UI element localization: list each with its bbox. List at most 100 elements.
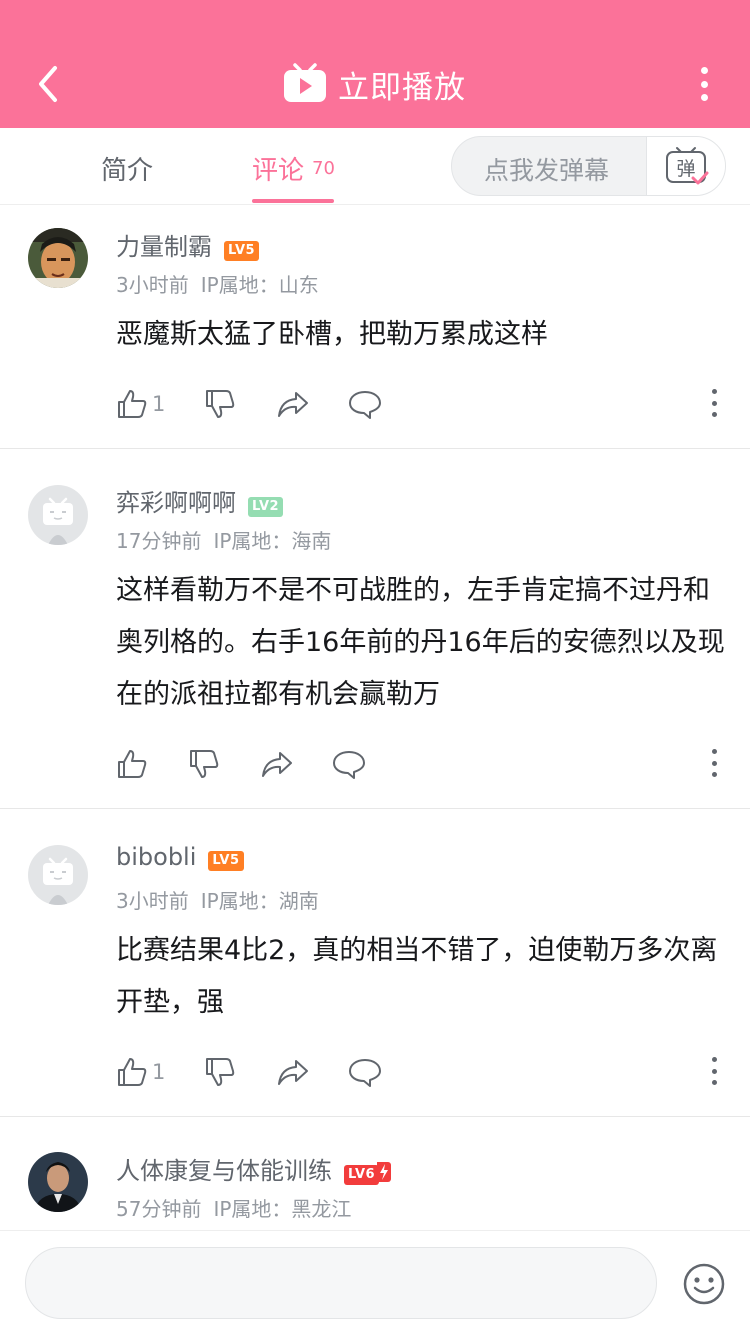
comment-item: bibobli LV5 3小时前 IP属地：湖南 比赛结果4比2，真的相当不错了，迫…	[0, 809, 750, 1117]
emoji-button[interactable]	[682, 1262, 726, 1306]
danmaku-toggle-button[interactable]: 弹	[647, 137, 725, 195]
like-button[interactable]: 1	[116, 387, 165, 421]
danmaku-input[interactable]: 点我发弹幕 弹	[451, 136, 726, 196]
like-button[interactable]	[116, 747, 152, 781]
play-now-label: 立即播放	[338, 69, 466, 106]
thumb-up-icon	[118, 390, 147, 418]
active-tab-indicator	[252, 199, 334, 203]
dot	[711, 1080, 717, 1085]
photo-avatar-image	[28, 1152, 88, 1212]
bottom-reply-bar	[0, 1230, 750, 1334]
tab-comments[interactable]: 评论 70	[252, 150, 335, 187]
username[interactable]: 力量制霸 LV5	[116, 227, 260, 262]
comment-time: 3小时前	[116, 889, 189, 913]
like-button[interactable]: 1	[116, 1055, 165, 1089]
comment-meta: 3小时前 IP属地：山东	[116, 269, 319, 298]
play-now-button[interactable]: 立即播放	[282, 60, 466, 108]
comment-bubble-icon	[333, 751, 365, 779]
comment-text: 比赛结果4比2，真的相当不错了，迫使勒万多次离开垫，强	[116, 935, 718, 1018]
comment-bubble-icon	[349, 391, 381, 419]
default-avatar-image	[28, 485, 88, 545]
dot	[711, 760, 717, 766]
top-bar: 立即播放	[0, 0, 750, 128]
dot	[711, 412, 717, 417]
avatar[interactable]	[28, 845, 88, 905]
ip-location: IP属地：海南	[213, 529, 332, 553]
dislike-button[interactable]	[204, 387, 236, 421]
share-icon	[278, 1060, 308, 1085]
danmaku-icon: 弹	[666, 147, 709, 185]
like-count: 1	[152, 1060, 166, 1084]
ip-location: IP属地：黑龙江	[213, 1197, 352, 1221]
level-badge: LV5	[208, 851, 244, 871]
comment-time: 3小时前	[116, 273, 189, 297]
comment-actions: 1	[116, 1055, 726, 1089]
reply-button[interactable]	[332, 747, 366, 781]
tab-comments-label: 评论	[252, 156, 305, 186]
dot	[711, 400, 717, 406]
level-badge: LV6	[344, 1165, 380, 1185]
thumb-down-icon	[206, 390, 235, 418]
back-button[interactable]	[28, 64, 68, 104]
comment-actions	[116, 747, 726, 781]
reply-button[interactable]	[348, 1055, 382, 1089]
reply-input[interactable]	[25, 1247, 657, 1319]
chevron-left-icon	[39, 66, 57, 102]
share-button[interactable]	[276, 387, 310, 421]
comment-meta: 57分钟前 IP属地：黑龙江	[116, 1193, 351, 1222]
username-text: 人体康复与体能训练	[116, 1157, 332, 1185]
smiley-icon	[683, 1263, 725, 1305]
dot	[700, 67, 708, 74]
share-icon	[262, 752, 292, 777]
share-button[interactable]	[276, 1055, 310, 1089]
thumb-down-icon	[206, 1058, 235, 1086]
username[interactable]: 人体康复与体能训练 LV6	[116, 1151, 392, 1186]
dot	[711, 1068, 717, 1074]
more-options-button[interactable]	[692, 64, 716, 104]
danmaku-placeholder: 点我发弹幕	[484, 156, 610, 185]
username-text: 弈彩啊啊啊	[116, 489, 236, 517]
comment-text: 恶魔斯太猛了卧槽，把勒万累成这样	[116, 319, 548, 350]
thumb-down-icon	[190, 750, 219, 778]
comment-meta: 3小时前 IP属地：湖南	[116, 885, 319, 914]
username-text: 力量制霸	[116, 233, 212, 261]
level-badge: LV5	[224, 241, 260, 261]
default-avatar-image	[28, 845, 88, 905]
comment-more-button[interactable]	[710, 749, 718, 777]
ip-location: IP属地：湖南	[200, 889, 319, 913]
like-count: 1	[152, 392, 166, 416]
dislike-button[interactable]	[204, 1055, 236, 1089]
dot	[711, 749, 717, 754]
username[interactable]: 弈彩啊啊啊 LV2	[116, 483, 284, 518]
reply-button[interactable]	[348, 387, 382, 421]
dot	[711, 389, 717, 394]
avatar[interactable]	[28, 228, 88, 288]
cartoon-avatar-image	[28, 228, 88, 288]
comment-more-button[interactable]	[710, 389, 718, 417]
avatar[interactable]	[28, 485, 88, 545]
comment-item: 人体康复与体能训练 LV6 57分钟前 IP属地：黑龙江	[0, 1117, 750, 1230]
dot	[700, 94, 708, 101]
ip-location: IP属地：山东	[200, 273, 319, 297]
comment-time: 17分钟前	[116, 529, 202, 553]
comment-more-button[interactable]	[710, 1057, 718, 1085]
avatar[interactable]	[28, 1152, 88, 1212]
share-button[interactable]	[260, 747, 294, 781]
comment-text: 这样看勒万不是不可战胜的，左手肯定搞不过丹和奥列格的。右手16年前的丹16年后的…	[116, 575, 725, 710]
tab-bar: 简介 评论 70 点我发弹幕 弹	[0, 128, 750, 205]
dot	[711, 1057, 717, 1062]
comment-actions: 1	[116, 387, 726, 421]
comment-item: 弈彩啊啊啊 LV2 17分钟前 IP属地：海南 这样看勒万不是不可战胜的，左手肯定搞…	[0, 449, 750, 809]
dislike-button[interactable]	[188, 747, 220, 781]
lightning-icon	[377, 1162, 392, 1182]
comment-meta: 17分钟前 IP属地：海南	[116, 525, 331, 554]
dot	[711, 772, 717, 777]
comment-time: 57分钟前	[116, 1197, 202, 1221]
share-icon	[278, 392, 308, 417]
tab-intro[interactable]: 简介	[101, 150, 153, 187]
thumb-up-icon	[118, 1058, 147, 1086]
username[interactable]: bibobli LV5	[116, 843, 244, 871]
comment-item: 力量制霸 LV5 3小时前 IP属地：山东 恶魔斯太猛了卧槽，把勒万累成这样 1	[0, 206, 750, 449]
thumb-up-icon	[118, 750, 147, 778]
comment-count: 70	[312, 158, 335, 179]
